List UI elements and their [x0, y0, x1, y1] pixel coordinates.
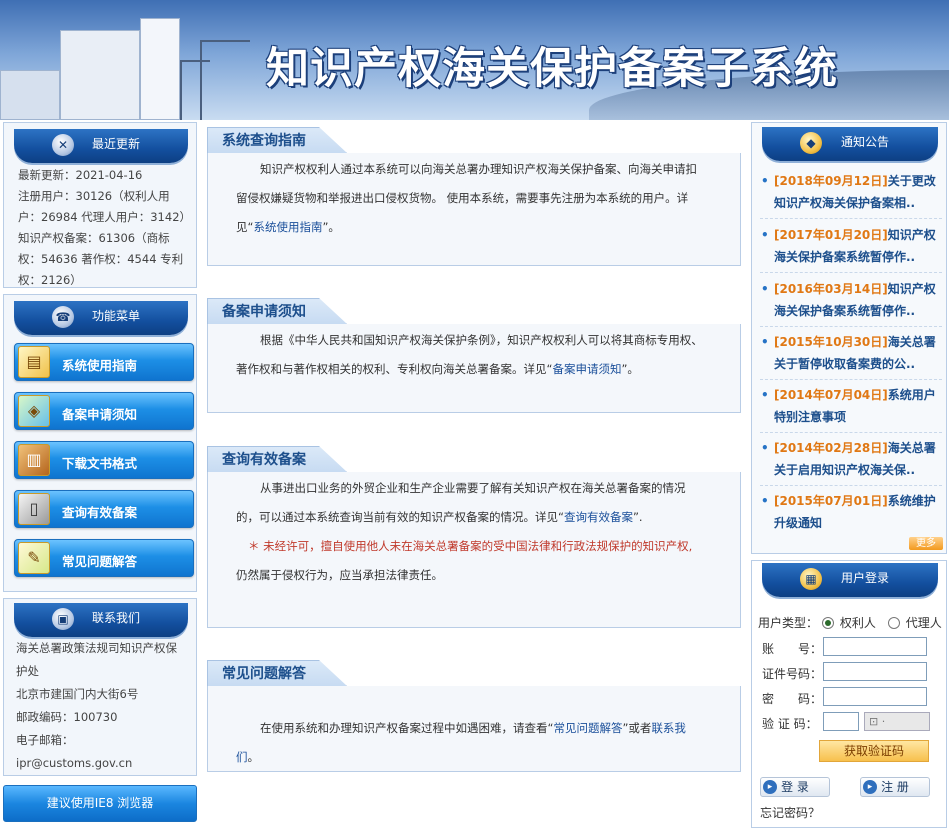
divider [760, 379, 942, 380]
account-label: 账 号： [762, 642, 823, 656]
notice-item[interactable]: • [2014年02月28日]海关总署 关于启用知识产权海关保.. [760, 437, 942, 481]
password-label: 密 码： [762, 692, 823, 706]
phone-icon: ☎ [52, 306, 74, 328]
faq-link[interactable]: 常见问题解答 [553, 721, 622, 735]
section-guide-body: 知识产权权利人通过本系统可以向海关总署办理知识产权海关保护备案、向海关申请扣留侵… [207, 153, 741, 266]
divider [760, 272, 942, 273]
folder-icon: ▤ [18, 346, 50, 378]
user-type-owner-radio[interactable] [821, 617, 834, 629]
user-type-row: 用户类型： 权利人 代理人 [758, 616, 942, 630]
cert-label: 证件号码： [762, 667, 823, 681]
notice-panel-header: ◆ 通知公告 [762, 127, 938, 161]
map-icon: ◈ [18, 395, 50, 427]
play-icon: ▸ [763, 780, 777, 794]
menu-item-query-records[interactable]: ▯ 查询有效备案 [14, 490, 194, 528]
contact-panel: ▣ 联系我们 海关总署政策法规司知识产权保 护处 北京市建国门内大街6号 邮政编… [3, 598, 197, 776]
recent-panel: ✕ 最近更新 最新更新：2021-04-16 注册用户：30126（权利人用 户… [3, 122, 197, 288]
query-records-link[interactable]: 查询有效备案 [564, 510, 633, 524]
divider [760, 218, 942, 219]
recent-panel-header: ✕ 最近更新 [14, 129, 188, 163]
notice-item[interactable]: • [2018年09月12日]关于更改 知识产权海关保护备案相.. [760, 170, 942, 214]
captcha-image[interactable]: ⊡ · [864, 712, 930, 731]
header-banner: 知识产权海关保护备案子系统 [0, 0, 949, 120]
more-notices-button[interactable]: 更多 [909, 537, 943, 550]
section-title-faq: 常见问题解答 [207, 660, 347, 686]
building-illustration [0, 70, 60, 120]
browser-notice: 建议使用IE8 浏览器 [3, 785, 197, 822]
menu-panel-header: ☎ 功能菜单 [14, 301, 188, 335]
cert-number-input[interactable] [823, 662, 927, 681]
account-input[interactable] [823, 637, 927, 656]
crane-illustration [180, 60, 210, 120]
section-faq-body: 在使用系统和办理知识产权备案过程中如遇困难，请查看“常见问题解答”或者联系我们。 [207, 686, 741, 772]
code-label: 验 证 码： [762, 717, 818, 731]
book-icon: ▥ [18, 444, 50, 476]
divider [760, 432, 942, 433]
divider [760, 326, 942, 327]
section-title-guide: 系统查询指南 [207, 127, 347, 153]
get-code-button[interactable]: 获取验证码 [819, 740, 929, 762]
bell-icon: ◆ [800, 132, 822, 154]
recent-info: 最新更新：2021-04-16 注册用户：30126（权利人用 户：26984 … [18, 168, 192, 287]
divider [760, 485, 942, 486]
captcha-input[interactable] [823, 712, 859, 731]
calendar-icon: ▦ [800, 568, 822, 590]
site-title: 知识产权海关保护备案子系统 [266, 44, 838, 94]
notice-item[interactable]: • [2015年10月30日]海关总署 关于暂停收取备案费的公.. [760, 331, 942, 375]
contact-info: 海关总署政策法规司知识产权保 护处 北京市建国门内大街6号 邮政编码：10073… [16, 637, 177, 775]
forgot-password-link[interactable]: 忘记密码？ [760, 804, 820, 821]
play-icon: ▸ [863, 780, 877, 794]
password-input[interactable] [823, 687, 927, 706]
section-query-body: 从事进出口业务的外贸企业和生产企业需要了解有关知识产权在海关总署备案的情况的，可… [207, 472, 741, 628]
notice-item[interactable]: • [2017年01月20日]知识产权 海关保护备案系统暂停作.. [760, 224, 942, 268]
building-illustration [60, 30, 140, 120]
login-button[interactable]: ▸ 登 录 [760, 777, 830, 797]
user-type-agent-radio[interactable] [887, 617, 900, 629]
door-icon: ▯ [18, 493, 50, 525]
system-guide-link[interactable]: 系统使用指南 [253, 220, 322, 234]
notice-item[interactable]: • [2015年07月01日]系统维护 升级通知 [760, 490, 942, 534]
section-title-application: 备案申请须知 [207, 298, 347, 324]
printer-icon: ▣ [52, 608, 74, 630]
application-notice-link[interactable]: 备案申请须知 [552, 362, 621, 376]
tools-icon: ✕ [52, 134, 74, 156]
contact-panel-header: ▣ 联系我们 [14, 603, 188, 637]
login-panel-header: ▦ 用户登录 [762, 563, 938, 597]
menu-panel: ☎ 功能菜单 ▤ 系统使用指南 ◈ 备案申请须知 ▥ 下载文书格式 ▯ 查询有效… [3, 294, 197, 592]
warning-text: ＊ 未经许可，擅自使用他人未在海关总署备案的受中国法律和行政法规保护的知识产权, [248, 539, 693, 553]
menu-item-system-guide[interactable]: ▤ 系统使用指南 [14, 343, 194, 381]
menu-item-application-notice[interactable]: ◈ 备案申请须知 [14, 392, 194, 430]
register-button[interactable]: ▸ 注 册 [860, 777, 930, 797]
section-title-query: 查询有效备案 [207, 446, 347, 472]
menu-item-faq[interactable]: ✎ 常见问题解答 [14, 539, 194, 577]
contact-email-link[interactable]: ipr@customs.gov.cn [16, 752, 177, 775]
notice-item[interactable]: • [2016年03月14日]知识产权 海关保护备案系统暂停作.. [760, 278, 942, 322]
menu-item-download-forms[interactable]: ▥ 下载文书格式 [14, 441, 194, 479]
section-application-body: 根据《中华人民共和国知识产权海关保护条例》，知识产权权利人可以将其商标专用权、著… [207, 324, 741, 413]
notice-item[interactable]: • [2014年07月04日]系统用户 特别注意事项 [760, 384, 942, 428]
pen-icon: ✎ [18, 542, 50, 574]
building-illustration [140, 18, 180, 120]
